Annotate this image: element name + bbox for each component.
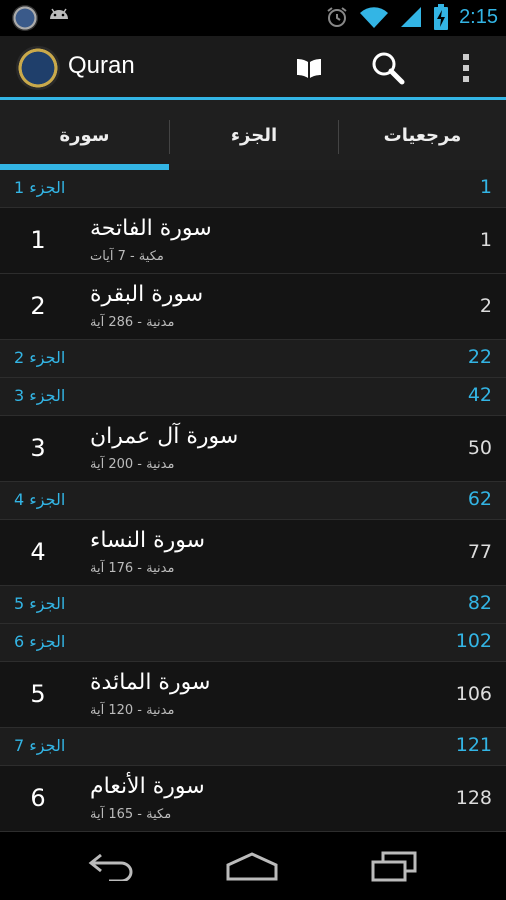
juz-header-row[interactable]: الجزء 2 22 [0, 340, 506, 378]
juz-page: 82 [467, 592, 492, 614]
sura-page: 128 [455, 787, 492, 809]
sura-name: سورة النساء [90, 528, 206, 553]
sura-name: سورة المائدة [90, 670, 211, 695]
sura-name: سورة الفاتحة [90, 216, 212, 241]
battery-charging-icon [434, 4, 449, 30]
juz-name: الجزء 1 [14, 178, 66, 197]
sura-row[interactable]: 1 سورة الفاتحة مكية - 7 آيات 1 [0, 208, 506, 274]
more-vert-icon [463, 54, 469, 82]
android-icon [50, 8, 68, 19]
sura-meta: مكية - 165 آية [90, 807, 172, 822]
sura-number: 4 [30, 538, 46, 566]
status-bar: 2:15 [0, 0, 506, 36]
alarm-icon [327, 7, 347, 27]
sura-number: 1 [30, 226, 46, 254]
juz-page: 42 [467, 384, 492, 406]
juz-name: الجزء 2 [14, 348, 66, 367]
home-icon [226, 852, 278, 881]
sura-number: 6 [30, 784, 46, 812]
sura-meta: مدنية - 176 آية [90, 561, 175, 576]
juz-name: الجزء 6 [14, 632, 66, 651]
juz-header-row[interactable]: الجزء 7 121 [0, 728, 506, 766]
juz-header-row[interactable]: الجزء 4 62 [0, 482, 506, 520]
back-button[interactable] [82, 846, 142, 886]
sura-number: 5 [30, 680, 46, 708]
status-clock: 2:15 [459, 5, 498, 28]
app-notification-icon [12, 5, 38, 31]
sura-name: سورة البقرة [90, 282, 204, 307]
tab-bookmarks[interactable]: مرجعيات [339, 100, 506, 170]
sura-meta: مدنية - 200 آية [90, 457, 175, 472]
navigation-bar [0, 832, 506, 900]
sura-name: سورة الأنعام [90, 774, 205, 799]
sura-row[interactable]: 3 سورة آل عمران مدنية - 200 آية 50 [0, 416, 506, 482]
sura-number: 2 [30, 292, 46, 320]
jump-to-page-button[interactable] [291, 50, 327, 86]
tab-juz[interactable]: الجزء [170, 100, 338, 170]
juz-header-row[interactable]: الجزء 1 1 [0, 170, 506, 208]
juz-name: الجزء 5 [14, 594, 66, 613]
juz-page: 121 [455, 734, 492, 756]
juz-header-row[interactable]: الجزء 3 42 [0, 378, 506, 416]
juz-page: 22 [467, 346, 492, 368]
sura-row[interactable]: 4 سورة النساء مدنية - 176 آية 77 [0, 520, 506, 586]
juz-header-row[interactable]: الجزء 5 82 [0, 586, 506, 624]
sura-meta: مدنية - 286 آية [90, 315, 175, 330]
sura-page: 1 [479, 229, 492, 251]
sura-row[interactable]: 6 سورة الأنعام مكية - 165 آية 128 [0, 766, 506, 832]
sura-row[interactable]: 5 سورة المائدة مدنية - 120 آية 106 [0, 662, 506, 728]
sura-page: 50 [467, 437, 492, 459]
tab-bar: سورة الجزء مرجعيات [0, 100, 506, 170]
signal-icon [401, 7, 422, 27]
sura-number: 3 [30, 434, 46, 462]
juz-header-row[interactable]: الجزء 6 102 [0, 624, 506, 662]
overflow-menu-button[interactable] [448, 50, 484, 86]
sura-page: 106 [455, 683, 492, 705]
juz-name: الجزء 4 [14, 490, 66, 509]
open-book-icon [297, 59, 321, 78]
back-icon [88, 853, 133, 881]
juz-page: 62 [467, 488, 492, 510]
sura-meta: مكية - 7 آيات [90, 249, 164, 264]
sura-name: سورة آل عمران [90, 424, 239, 449]
recent-apps-button[interactable] [364, 846, 424, 886]
juz-name: الجزء 3 [14, 386, 66, 405]
home-button[interactable] [222, 846, 282, 886]
tab-sura[interactable]: سورة [0, 100, 169, 170]
action-bar: Quran [0, 36, 506, 100]
sura-row[interactable]: 2 سورة البقرة مدنية - 286 آية 2 [0, 274, 506, 340]
sura-page: 77 [467, 541, 492, 563]
sura-list[interactable]: الجزء 1 1 1 سورة الفاتحة مكية - 7 آيات 1… [0, 170, 506, 832]
recent-apps-icon [371, 851, 417, 882]
sura-meta: مدنية - 120 آية [90, 703, 175, 718]
app-logo[interactable] [16, 46, 60, 90]
wifi-icon [360, 7, 389, 28]
search-icon [372, 52, 405, 85]
juz-page: 102 [455, 630, 492, 652]
sura-page: 2 [479, 295, 492, 317]
juz-name: الجزء 7 [14, 736, 66, 755]
search-button[interactable] [370, 50, 406, 86]
juz-page: 1 [479, 176, 492, 198]
app-title: Quran [68, 52, 135, 79]
